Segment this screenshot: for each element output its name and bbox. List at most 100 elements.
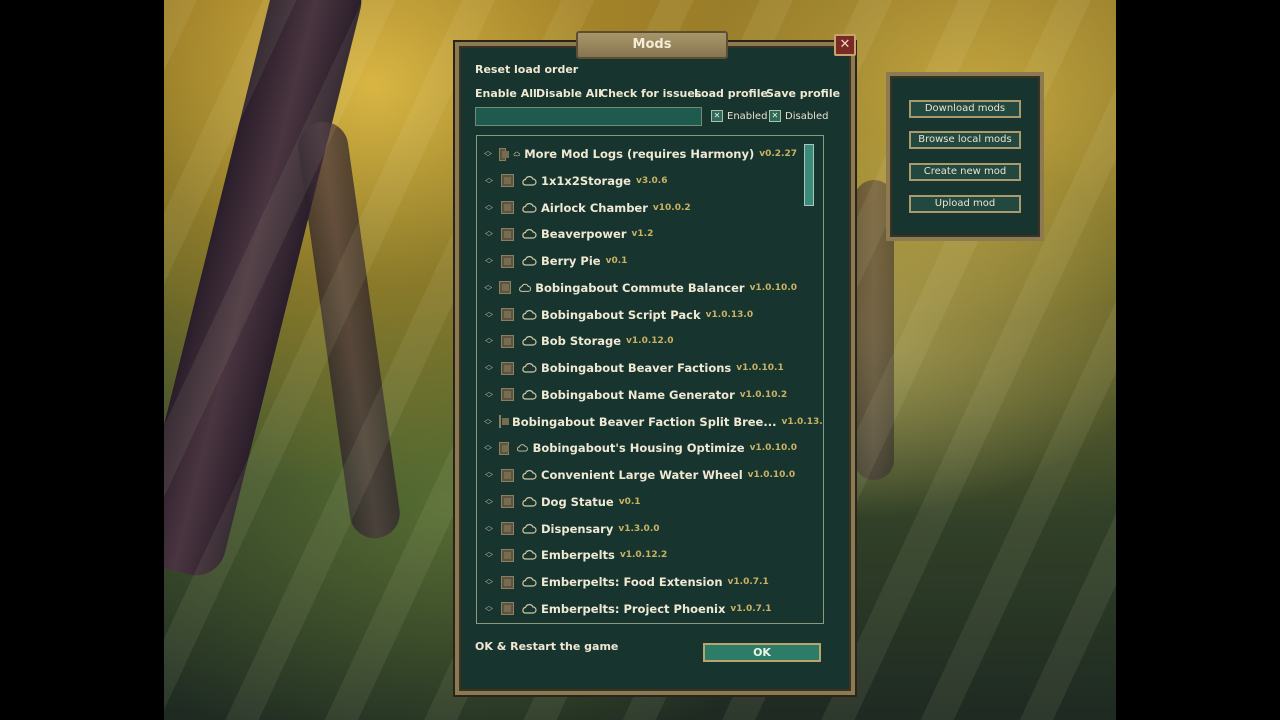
reorder-arrows-icon[interactable]: ︿ ﹀ bbox=[484, 414, 492, 429]
mod-row[interactable]: ︿ ﹀ Dispensary v1.3.0.0 bbox=[477, 516, 797, 542]
mod-version: v1.0.10.0 bbox=[749, 443, 797, 454]
reorder-arrows-icon[interactable]: ︿ ﹀ bbox=[484, 575, 494, 590]
mod-row[interactable]: ︿ ﹀ Bobingabout Beaver Factions v1.0.10.1 bbox=[477, 355, 797, 381]
disabled-filter[interactable]: ✕ Disabled bbox=[769, 110, 828, 122]
download-mods-button[interactable]: Download mods bbox=[909, 100, 1021, 118]
mod-toggle-box[interactable] bbox=[501, 174, 514, 188]
mod-toggle-box[interactable] bbox=[501, 308, 514, 321]
reorder-arrows-icon[interactable]: ︿ ﹀ bbox=[484, 334, 494, 349]
mod-row[interactable]: ︿ ﹀ Convenient Large Water Wheel v1.0.10.0 bbox=[477, 462, 797, 488]
enabled-filter[interactable]: ✕ Enabled bbox=[711, 110, 767, 122]
enable-all-button[interactable]: Enable All bbox=[475, 87, 537, 100]
cloud-icon bbox=[518, 283, 531, 292]
mod-toggle-box[interactable] bbox=[501, 201, 514, 214]
reorder-arrows-icon[interactable]: ︿ ﹀ bbox=[484, 227, 494, 242]
reorder-arrows-icon[interactable]: ︿ ﹀ bbox=[484, 548, 494, 563]
reorder-arrows-icon[interactable]: ︿ ﹀ bbox=[484, 307, 494, 322]
reorder-arrows-icon[interactable]: ︿ ﹀ bbox=[484, 468, 494, 483]
mod-toggle-box[interactable] bbox=[501, 254, 514, 268]
mod-row[interactable]: ︿ ﹀ Emberpelts v1.0.12.2 bbox=[477, 542, 797, 568]
enabled-filter-label: Enabled bbox=[727, 110, 768, 122]
reorder-arrows-icon[interactable]: ︿ ﹀ bbox=[484, 441, 492, 456]
mod-toggle-box[interactable] bbox=[501, 227, 514, 241]
mod-row[interactable]: ︿ ﹀ Bob Storage v1.0.12.0 bbox=[477, 328, 797, 354]
mod-row[interactable]: ︿ ﹀ Bobingabout Commute Balancer v1.0.10.0 bbox=[477, 275, 797, 301]
mod-name: Bobingabout Commute Balancer bbox=[535, 280, 745, 295]
cloud-icon bbox=[522, 470, 537, 480]
mod-version: v0.1 bbox=[618, 496, 641, 507]
reorder-arrows-icon[interactable]: ︿ ﹀ bbox=[484, 387, 494, 402]
mod-toggle-box[interactable] bbox=[501, 468, 514, 482]
mod-toggle-box[interactable] bbox=[501, 602, 514, 616]
mod-name: Bobingabout's Housing Optimize bbox=[532, 441, 745, 456]
cloud-icon bbox=[522, 550, 537, 560]
save-profile-button[interactable]: Save profile bbox=[766, 87, 840, 100]
mod-version: v1.0.10.0 bbox=[749, 282, 797, 293]
mod-name: More Mod Logs (requires Harmony) bbox=[524, 147, 755, 161]
mod-version: v1.0.10.2 bbox=[739, 389, 788, 400]
mod-name: Dog Statue bbox=[541, 494, 614, 509]
mod-row[interactable]: ︿ ﹀ More Mod Logs (requires Harmony) v0.2.2… bbox=[477, 141, 797, 167]
enabled-checkbox[interactable]: ✕ bbox=[711, 110, 723, 122]
mod-toggle-box[interactable] bbox=[499, 281, 511, 295]
reorder-arrows-icon[interactable]: ︿ ﹀ bbox=[484, 521, 494, 536]
mod-version: v1.0.12.0 bbox=[626, 336, 674, 347]
mod-version: v3.0.6 bbox=[635, 175, 668, 186]
mod-toggle-box[interactable] bbox=[501, 334, 514, 348]
reset-load-order-button[interactable]: Reset load order bbox=[475, 63, 578, 76]
mod-row[interactable]: ︿ ﹀ Berry Pie v0.1 bbox=[477, 248, 797, 274]
mod-name: Berry Pie bbox=[541, 254, 601, 268]
close-button[interactable]: ✕ bbox=[834, 34, 856, 56]
mod-toggle-box[interactable] bbox=[501, 522, 514, 535]
mod-list[interactable]: ︿ ﹀ More Mod Logs (requires Harmony) v0.2.2… bbox=[476, 135, 824, 624]
reorder-arrows-icon[interactable]: ︿ ﹀ bbox=[484, 173, 494, 188]
upload-mod-button[interactable]: Upload mod bbox=[909, 195, 1021, 213]
disable-all-button[interactable]: Disable All bbox=[536, 87, 602, 100]
mod-toggle-box[interactable] bbox=[499, 441, 510, 455]
create-new-mod-button[interactable]: Create new mod bbox=[909, 163, 1021, 181]
mod-name: Bobingabout Beaver Faction Split Bree... bbox=[512, 414, 777, 429]
browse-local-mods-button[interactable]: Browse local mods bbox=[909, 131, 1021, 149]
reorder-arrows-icon[interactable]: ︿ ﹀ bbox=[484, 254, 494, 269]
reorder-arrows-icon[interactable]: ︿ ﹀ bbox=[484, 494, 494, 509]
mod-row[interactable]: ︿ ﹀ Dog Statue v0.1 bbox=[477, 489, 797, 515]
reorder-arrows-icon[interactable]: ︿ ﹀ bbox=[484, 361, 494, 376]
mod-toggle-box[interactable] bbox=[501, 548, 514, 562]
mod-version: v1.2 bbox=[631, 229, 654, 240]
mod-toggle-box[interactable] bbox=[499, 147, 509, 161]
ok-button[interactable]: OK bbox=[703, 643, 821, 662]
mod-row[interactable]: ︿ ﹀ Bobingabout's Housing Optimize v1.0.10.… bbox=[477, 435, 797, 461]
mod-row[interactable]: ︿ ﹀ 1x1x2Storage v3.0.6 bbox=[477, 168, 797, 194]
reorder-arrows-icon[interactable]: ︿ ﹀ bbox=[484, 280, 492, 295]
reorder-arrows-icon[interactable]: ︿ ﹀ bbox=[484, 147, 492, 162]
mod-toggle-box[interactable] bbox=[501, 495, 514, 509]
mod-version: v1.0.13.0 bbox=[781, 416, 823, 427]
mod-row[interactable]: ︿ ﹀ Airlock Chamber v10.0.2 bbox=[477, 195, 797, 221]
scrollbar-thumb[interactable] bbox=[804, 144, 814, 206]
restart-label: OK & Restart the game bbox=[475, 640, 619, 653]
mod-toggle-box[interactable] bbox=[499, 415, 509, 428]
cloud-icon bbox=[522, 577, 537, 587]
mod-row[interactable]: ︿ ﹀ Bobingabout Script Pack v1.0.13.0 bbox=[477, 302, 797, 328]
reorder-arrows-icon[interactable]: ︿ ﹀ bbox=[484, 200, 494, 215]
mod-row[interactable]: ︿ ﹀ Emberpelts: Project Phoenix v1.0.7.1 bbox=[477, 596, 797, 622]
mod-version: v0.2.27 bbox=[759, 149, 797, 159]
mod-version: v1.3.0.0 bbox=[618, 523, 660, 534]
mod-row[interactable]: ︿ ﹀ Emberpelts: Food Extension v1.0.7.1 bbox=[477, 569, 797, 595]
check-for-issues-button[interactable]: Check for issues bbox=[600, 87, 701, 100]
mod-toggle-box[interactable] bbox=[501, 361, 514, 375]
load-profile-button[interactable]: Load profile bbox=[694, 87, 768, 100]
reorder-arrows-icon[interactable]: ︿ ﹀ bbox=[484, 601, 494, 616]
mod-row[interactable]: ︿ ﹀ Bobingabout Name Generator v1.0.10.2 bbox=[477, 382, 797, 408]
mod-version: v1.0.13.0 bbox=[705, 309, 754, 320]
mod-row[interactable]: ︿ ﹀ Beaverpower v1.2 bbox=[477, 221, 797, 247]
disabled-checkbox[interactable]: ✕ bbox=[769, 110, 781, 122]
search-input[interactable] bbox=[475, 107, 702, 126]
cloud-icon bbox=[522, 202, 537, 213]
cloud-icon bbox=[522, 523, 537, 534]
mod-row[interactable]: ︿ ﹀ Bobingabout Beaver Faction Split Bree.… bbox=[477, 409, 823, 435]
mod-toggle-box[interactable] bbox=[501, 575, 514, 589]
cloud-icon bbox=[522, 363, 537, 373]
mod-version: v10.0.2 bbox=[652, 202, 691, 213]
mod-toggle-box[interactable] bbox=[501, 388, 514, 402]
